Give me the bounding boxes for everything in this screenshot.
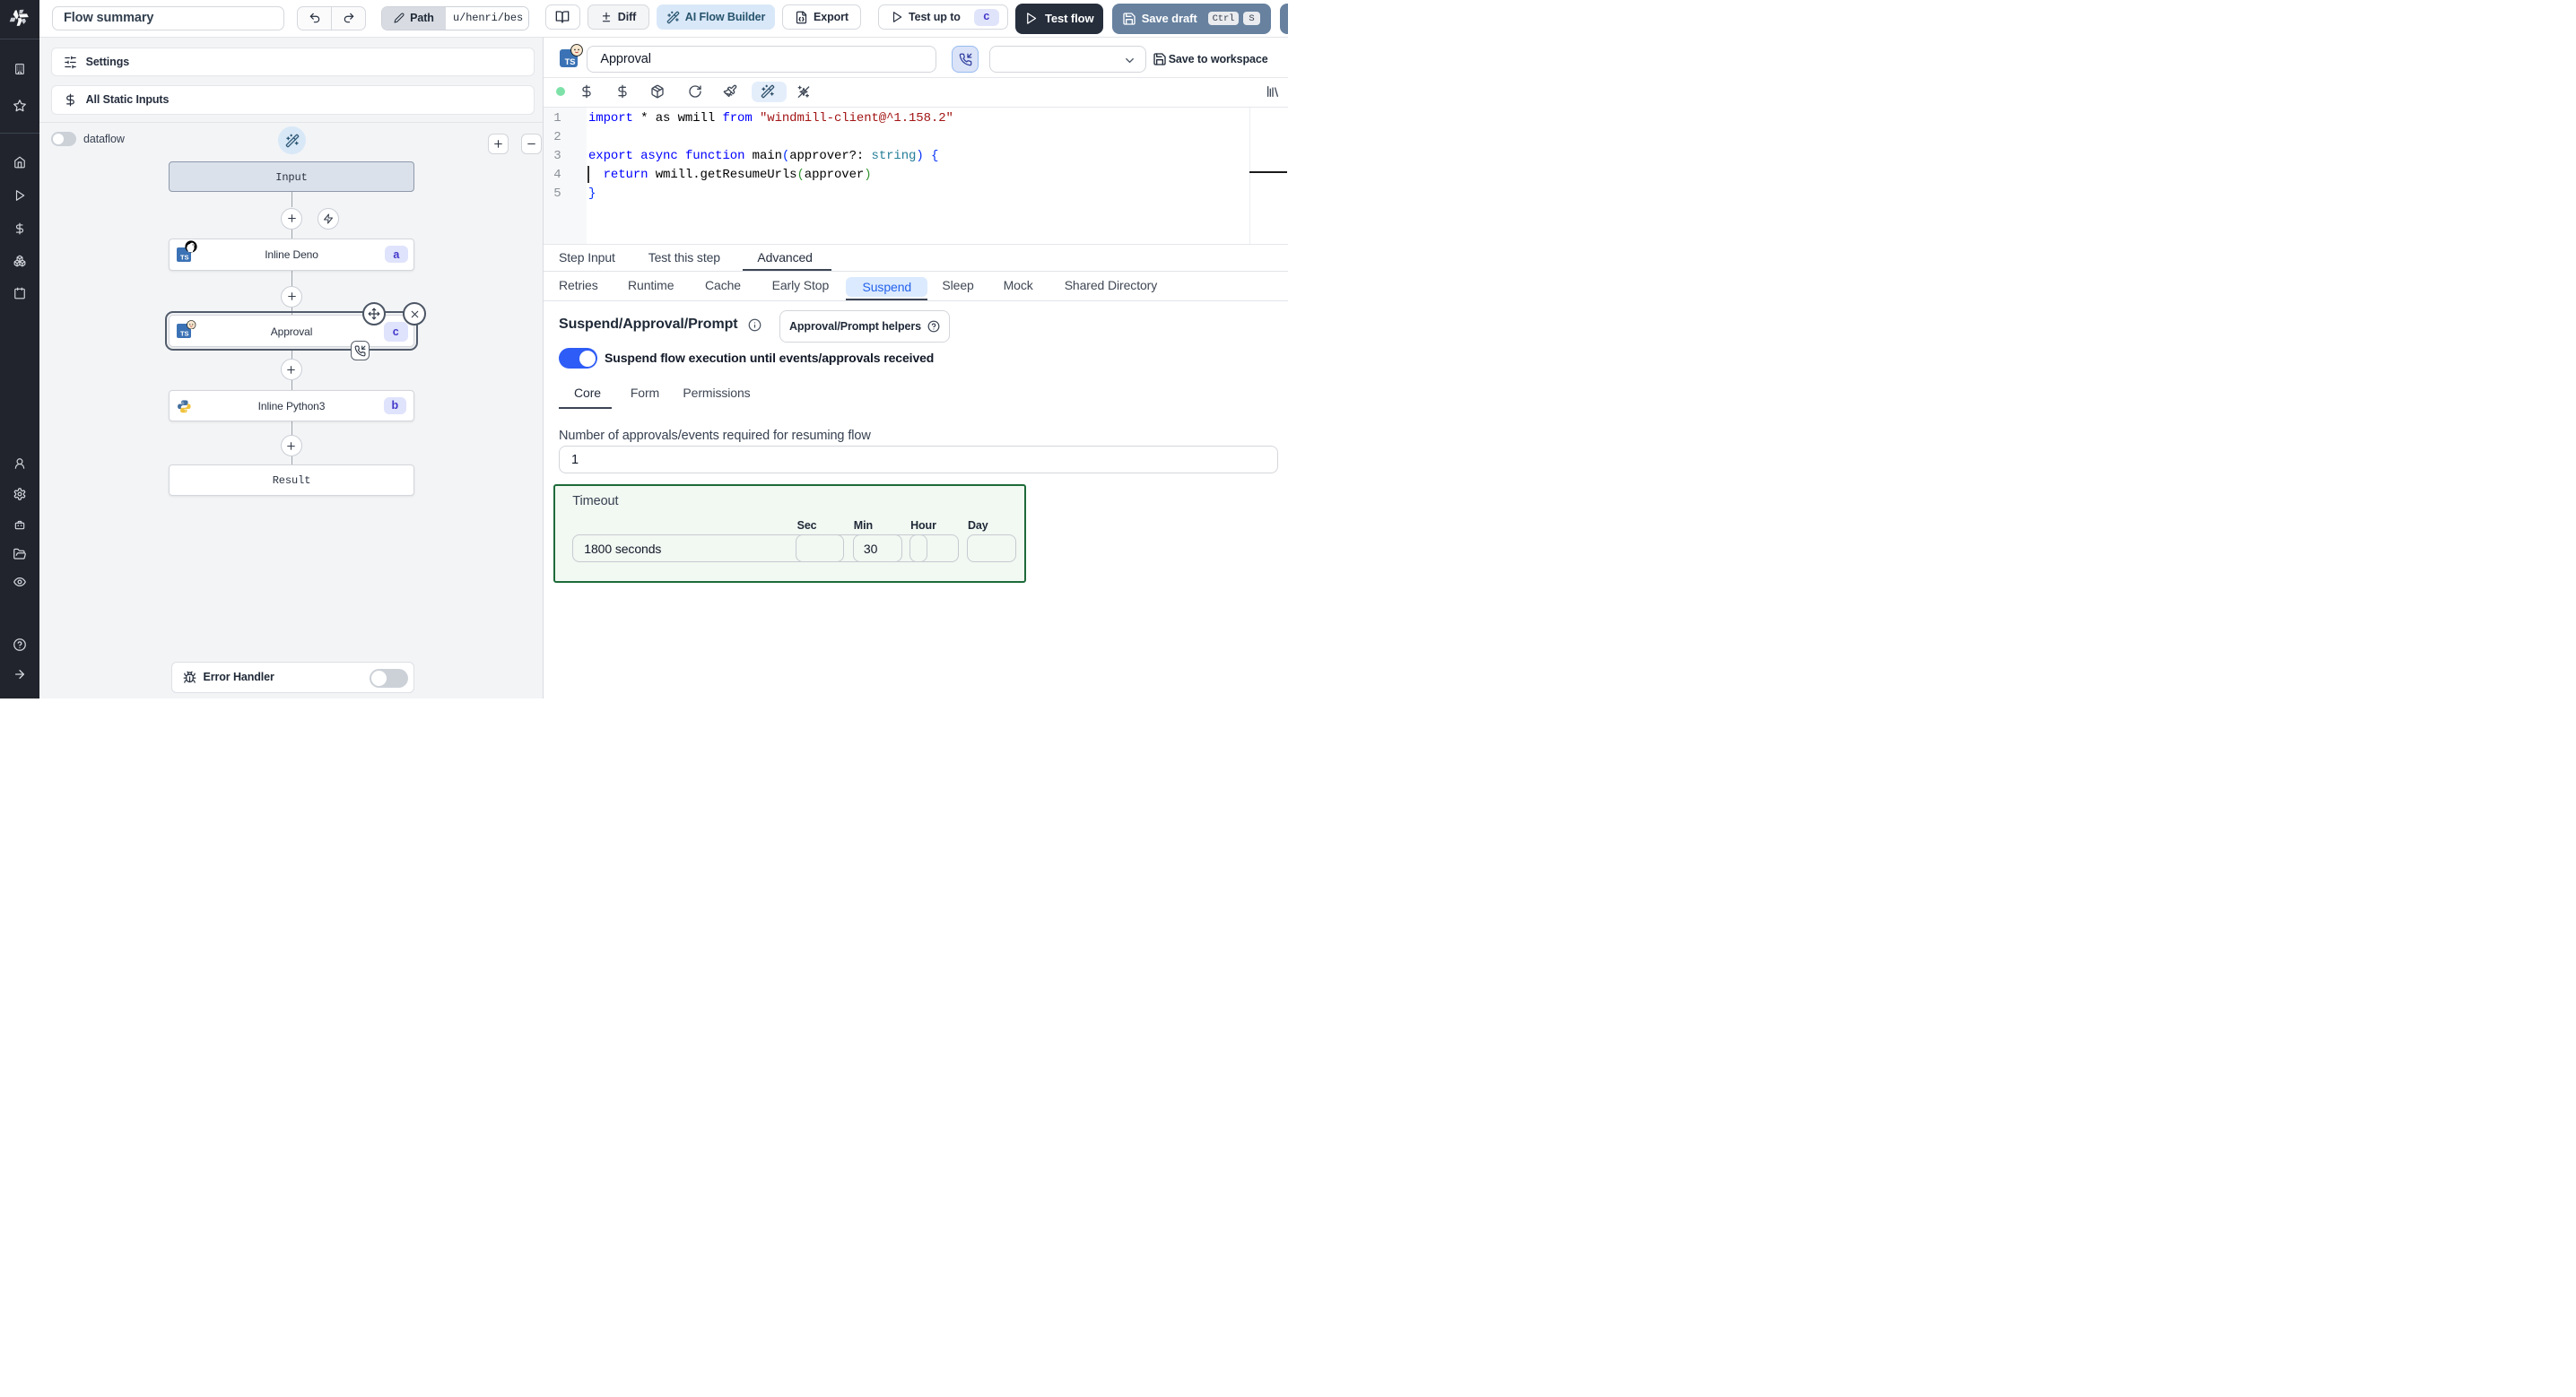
svg-text:TS: TS bbox=[565, 57, 576, 66]
